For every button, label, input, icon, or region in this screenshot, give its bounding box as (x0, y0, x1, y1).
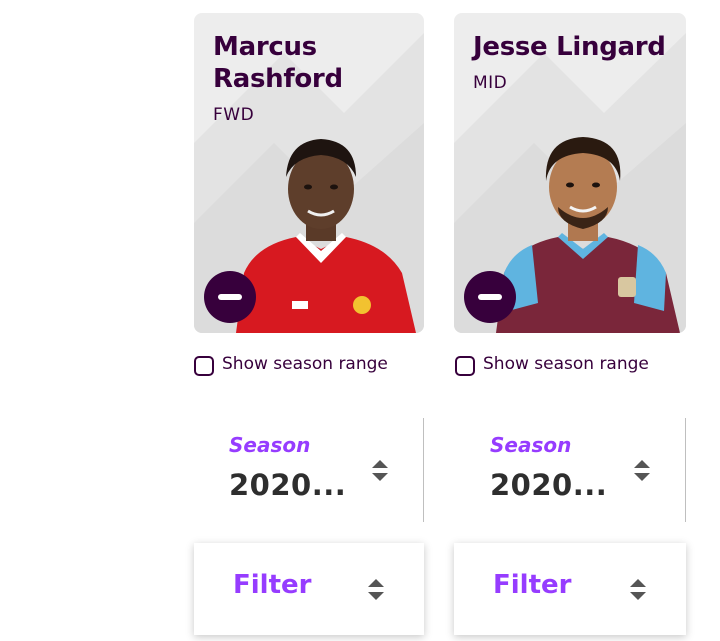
sort-arrows-icon (368, 579, 384, 600)
player-card-rashford: Marcus Rashford FWD (194, 13, 424, 333)
player-position: MID (473, 73, 508, 93)
player-position: FWD (213, 105, 255, 125)
season-select[interactable]: Season 2020... (194, 418, 424, 522)
sort-arrows-icon (630, 579, 646, 600)
filter-dropdown[interactable]: Filter (454, 543, 686, 635)
remove-player-button[interactable] (204, 271, 256, 323)
sort-arrows-icon (634, 460, 650, 481)
season-label: Season (229, 433, 311, 457)
sort-arrows-icon (372, 460, 388, 481)
remove-player-button[interactable] (464, 271, 516, 323)
show-season-range-checkbox[interactable]: Show season range (455, 352, 649, 376)
season-value: 2020... (229, 468, 347, 502)
filter-label: Filter (493, 570, 572, 600)
filter-label: Filter (233, 570, 312, 600)
minus-icon (218, 294, 242, 300)
player-name: Marcus Rashford (213, 32, 343, 94)
filter-dropdown[interactable]: Filter (194, 543, 424, 635)
show-season-range-checkbox[interactable]: Show season range (194, 352, 388, 376)
player-photo (496, 137, 680, 333)
checkbox-label: Show season range (483, 354, 649, 374)
checkbox-box[interactable] (194, 356, 214, 376)
minus-icon (478, 294, 502, 300)
player-photo (236, 139, 416, 333)
season-label: Season (490, 433, 572, 457)
checkbox-box[interactable] (455, 356, 475, 376)
player-card-lingard: Jesse Lingard MID (454, 13, 686, 333)
season-select[interactable]: Season 2020... (455, 418, 686, 522)
season-value: 2020... (490, 468, 608, 502)
player-name: Jesse Lingard (473, 32, 666, 62)
checkbox-label: Show season range (222, 354, 388, 374)
